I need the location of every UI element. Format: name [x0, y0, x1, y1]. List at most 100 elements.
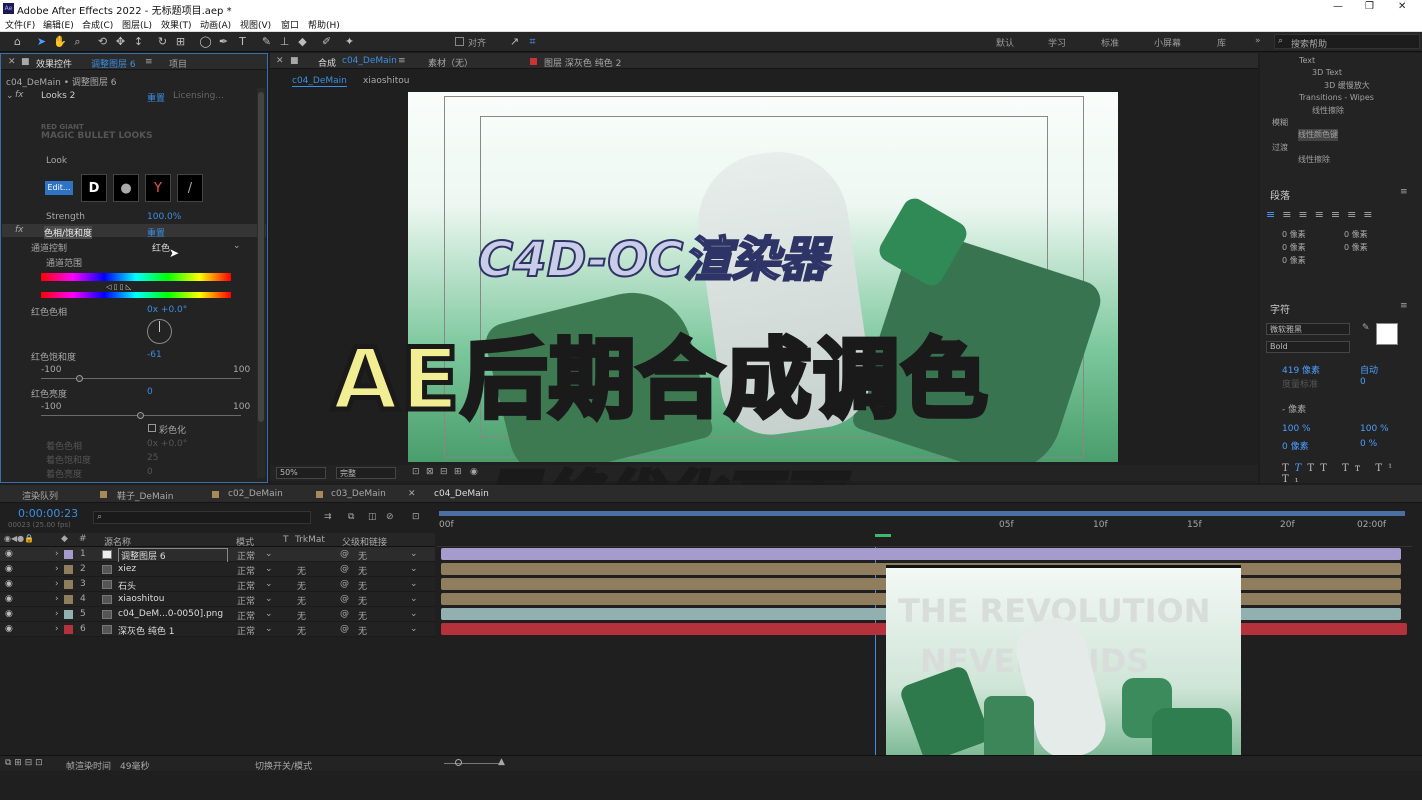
mode-chevron-icon[interactable]: ⌄: [265, 594, 273, 604]
layer-trkmat[interactable]: 无: [297, 624, 306, 637]
zoom-tool-icon[interactable]: ⌕: [71, 35, 84, 48]
mode-chevron-icon[interactable]: ⌄: [265, 624, 273, 634]
mode-chevron-icon[interactable]: ⌄: [265, 579, 273, 589]
hand-tool-icon[interactable]: ✋: [53, 35, 67, 48]
pan-tool-icon[interactable]: ✥: [114, 35, 127, 48]
eyedropper-icon[interactable]: ✎: [1362, 323, 1370, 333]
panel-lock-icon[interactable]: ■: [21, 57, 30, 67]
expand-looks-icon[interactable]: ⌄: [6, 91, 14, 101]
brush-tool-icon[interactable]: ✎: [260, 35, 273, 48]
eye-icon[interactable]: ◉: [5, 594, 13, 604]
eye-icon[interactable]: ◉: [5, 579, 13, 589]
look-thumb-1[interactable]: D: [81, 174, 107, 202]
label-color[interactable]: [64, 625, 73, 634]
footer-icons[interactable]: ⧉ ⊞ ⊟ ⊡: [5, 758, 43, 768]
menu-edit[interactable]: 编辑(E): [43, 18, 74, 31]
workspace-standard[interactable]: 标准: [1101, 36, 1119, 49]
col-t[interactable]: T: [283, 535, 289, 545]
project-tab[interactable]: 项目: [169, 57, 187, 70]
tree-item-5[interactable]: 线性擦除: [1312, 105, 1344, 117]
maximize-button[interactable]: ❐: [1365, 1, 1374, 12]
layer-name[interactable]: xiaoshitou: [118, 594, 164, 604]
layer-row[interactable]: ◉ › 3 石头 正常 ⌄ 无 @ 无 ⌄: [0, 577, 435, 592]
layer-mode[interactable]: 正常: [237, 609, 255, 622]
look-edit-button[interactable]: Edit...: [45, 181, 73, 195]
channel-dropdown[interactable]: 红色: [152, 241, 170, 254]
indent-first[interactable]: 0 像素: [1282, 242, 1306, 253]
menu-view[interactable]: 视图(V): [240, 18, 271, 31]
looks-reset-button[interactable]: 重置: [147, 91, 165, 104]
shy-icon[interactable]: ◫: [368, 512, 377, 522]
tree-item-2[interactable]: 3D Text: [1312, 68, 1342, 80]
hue-range-handles[interactable]: ◁ ▯ ▯ ◺: [106, 283, 166, 291]
tree-item-1[interactable]: Text: [1299, 56, 1315, 68]
fx-icon[interactable]: fx: [15, 90, 24, 100]
mode-chevron-icon[interactable]: ⌄: [265, 564, 273, 574]
tab-c02[interactable]: c02_DeMain: [228, 489, 283, 499]
layer-trkmat[interactable]: 无: [297, 564, 306, 577]
home-icon[interactable]: ⌂: [11, 35, 24, 48]
comp-menu-icon[interactable]: ≡: [398, 56, 406, 66]
expand-arrow-icon[interactable]: ›: [55, 579, 59, 589]
layer-trkmat[interactable]: 无: [297, 594, 306, 607]
orbit-tool-icon[interactable]: ⟲: [96, 35, 109, 48]
look-thumb-4[interactable]: /: [177, 174, 203, 202]
layer-mode[interactable]: 正常: [237, 579, 255, 592]
tab-c04-close-icon[interactable]: ✕: [408, 489, 416, 499]
layer-parent[interactable]: 无: [358, 579, 367, 592]
selection-tool-icon[interactable]: ➤: [35, 35, 48, 48]
workspace-learn[interactable]: 学习: [1048, 36, 1066, 49]
eye-icon[interactable]: ◉: [5, 564, 13, 574]
zoom-dropdown[interactable]: 50%: [276, 467, 326, 479]
horizontal-scale-field[interactable]: 100 %: [1360, 424, 1389, 434]
menu-file[interactable]: 文件(F): [5, 18, 35, 31]
layer-parent[interactable]: 无: [358, 564, 367, 577]
expand-arrow-icon[interactable]: ›: [55, 564, 59, 574]
indent-left[interactable]: 0 像素: [1282, 229, 1306, 240]
layer-parent[interactable]: 无: [358, 549, 367, 562]
tree-item-6[interactable]: 模糊: [1272, 117, 1288, 129]
parent-pickwhip-icon[interactable]: @: [340, 564, 349, 574]
layer-name[interactable]: 深灰色 纯色 1: [118, 624, 174, 637]
look-thumb-3[interactable]: Y: [145, 174, 171, 202]
layer-mode[interactable]: 正常: [237, 594, 255, 607]
comp-lock-icon[interactable]: ■: [290, 56, 299, 66]
layer-row[interactable]: ◉ › 6 深灰色 纯色 1 正常 ⌄ 无 @ 无 ⌄: [0, 622, 435, 637]
zoom-slider[interactable]: [444, 763, 504, 764]
menu-composition[interactable]: 合成(C): [82, 18, 113, 31]
stroke-width-field[interactable]: - 像素: [1282, 402, 1306, 415]
layer-duration-bar[interactable]: [441, 548, 1401, 560]
tab-c04[interactable]: c04_DeMain: [434, 489, 489, 499]
vertical-scale-field[interactable]: 100 %: [1282, 424, 1311, 434]
space-after[interactable]: 0 像素: [1282, 255, 1306, 266]
comp-tab-name[interactable]: c04_DeMain: [342, 56, 397, 66]
subtab-comp[interactable]: c04_DeMain: [292, 76, 347, 87]
parent-chevron-icon[interactable]: ⌄: [410, 594, 418, 604]
minimize-button[interactable]: —: [1333, 1, 1343, 12]
layer-name[interactable]: 石头: [118, 579, 136, 592]
tree-item-8[interactable]: 过渡: [1272, 142, 1288, 154]
menu-animation[interactable]: 动画(A): [200, 18, 231, 31]
layer-parent[interactable]: 无: [358, 594, 367, 607]
layer-name[interactable]: xiez: [118, 564, 136, 574]
chevron-down-icon[interactable]: ⌄: [233, 241, 241, 251]
eye-icon[interactable]: ◉: [5, 609, 13, 619]
layer-parent[interactable]: 无: [358, 609, 367, 622]
eye-icon[interactable]: ◉: [5, 624, 13, 634]
panel-menu-icon[interactable]: ≡: [145, 57, 153, 67]
expand-arrow-icon[interactable]: ›: [55, 594, 59, 604]
red-sat-knob[interactable]: [76, 375, 83, 382]
tracking-label[interactable]: 度量标准: [1282, 377, 1318, 390]
grid-icon[interactable]: ⊞: [454, 467, 462, 477]
eye-icon[interactable]: ◉: [5, 549, 13, 559]
work-area-bar[interactable]: [439, 511, 1405, 516]
label-color[interactable]: [64, 595, 73, 604]
menu-help[interactable]: 帮助(H): [308, 18, 340, 31]
layer-row[interactable]: ◉ › 2 xiez 正常 ⌄ 无 @ 无 ⌄: [0, 562, 435, 577]
hue-dial[interactable]: [147, 319, 172, 344]
leading-field[interactable]: 自动: [1360, 363, 1378, 376]
indent-right[interactable]: 0 像素: [1344, 229, 1368, 240]
workspace-library[interactable]: 库: [1217, 36, 1226, 49]
footage-tab[interactable]: 素材（无）: [428, 56, 473, 69]
mode-chevron-icon[interactable]: ⌄: [265, 549, 273, 559]
